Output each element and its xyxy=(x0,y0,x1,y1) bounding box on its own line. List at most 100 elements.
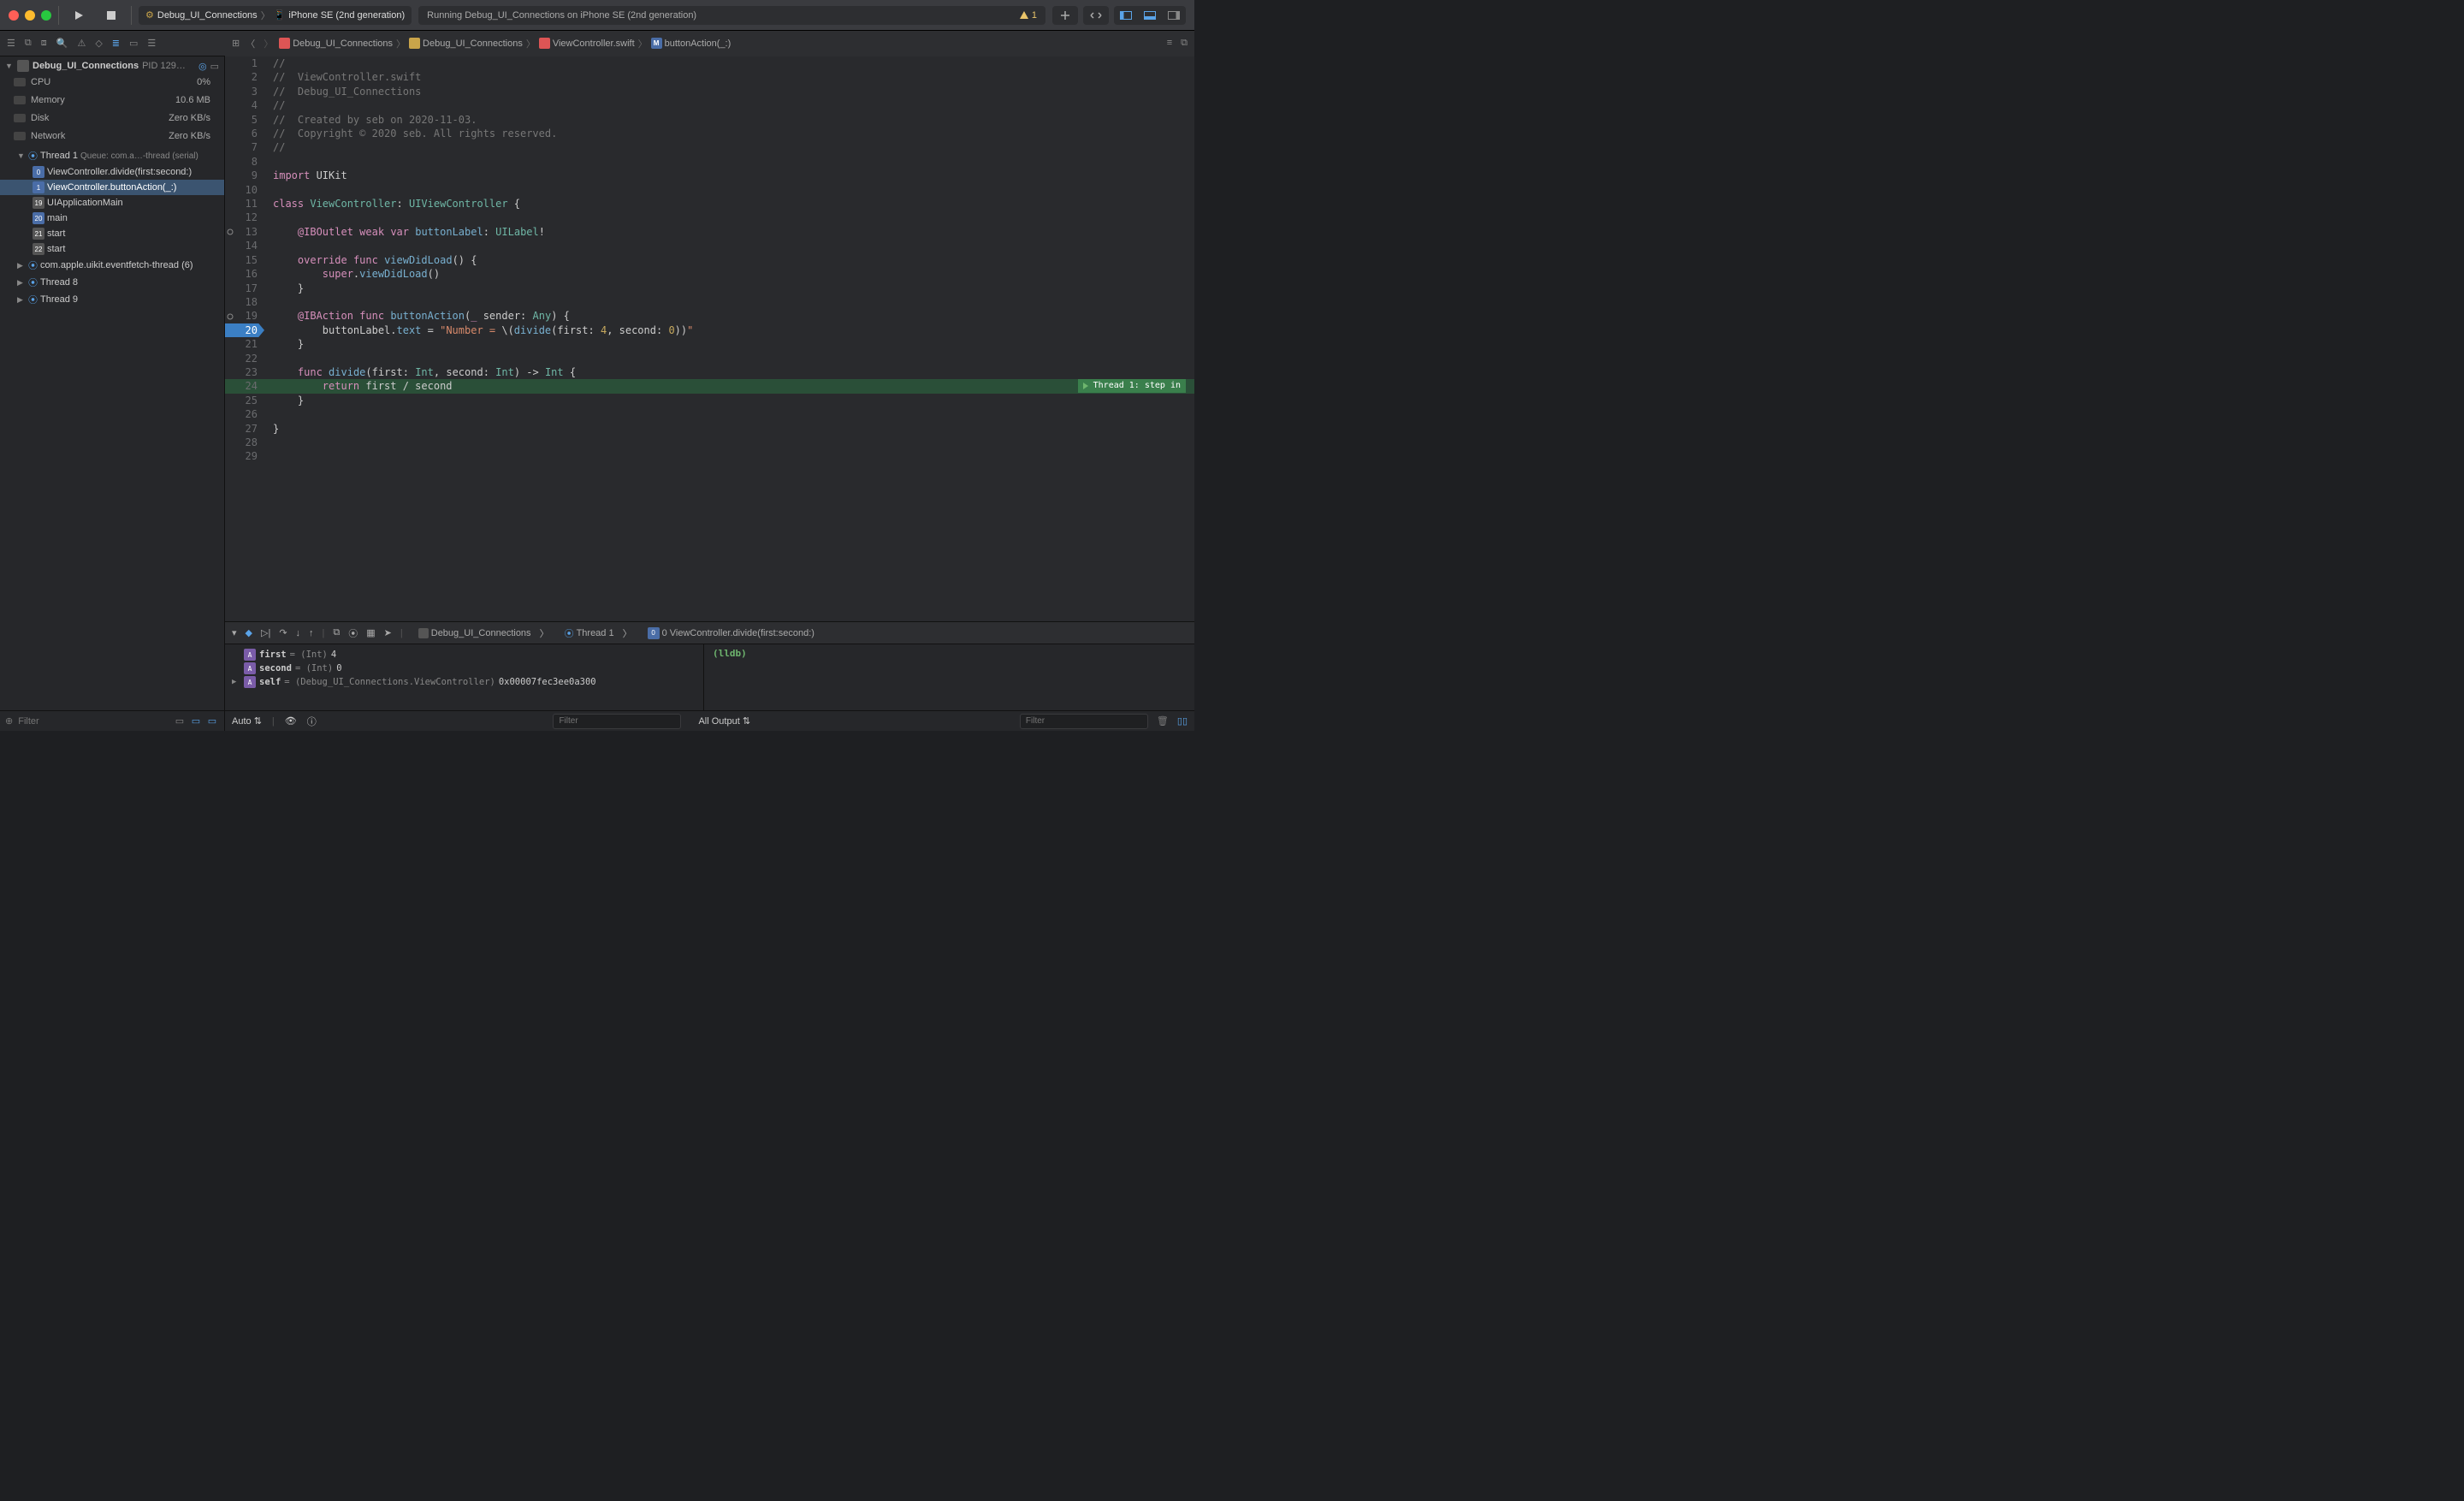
find-nav-icon[interactable]: 🔍 xyxy=(56,38,68,49)
list-icon[interactable]: ▭ xyxy=(210,61,219,72)
line-number[interactable]: 26 xyxy=(225,407,264,421)
line-number[interactable]: 22 xyxy=(225,352,264,365)
report-nav-icon[interactable]: ☰ xyxy=(147,38,156,49)
debug-frame-crumb[interactable]: 0 0 ViewController.divide(first:second:) xyxy=(648,627,814,639)
code-text[interactable] xyxy=(264,407,273,421)
code-text[interactable]: import UIKit xyxy=(264,169,347,182)
breakpoint-nav-icon[interactable]: ▭ xyxy=(129,38,138,49)
jumpbar-project[interactable]: Debug_UI_Connections xyxy=(279,38,393,49)
debug-process-crumb[interactable]: Debug_UI_Connections xyxy=(418,628,531,638)
gauge-disk[interactable]: Disk Zero KB/s xyxy=(0,111,224,125)
code-text[interactable]: @IBOutlet weak var buttonLabel: UILabel! xyxy=(264,225,545,239)
jumpbar-file[interactable]: ViewController.swift xyxy=(539,38,635,49)
line-number[interactable]: 15 xyxy=(225,253,264,267)
line-number[interactable]: 18 xyxy=(225,295,264,309)
output-selector[interactable]: All Output ⇅ xyxy=(698,715,750,727)
line-number[interactable]: 29 xyxy=(225,449,264,463)
variables-filter[interactable] xyxy=(553,714,681,729)
code-view[interactable]: 1// 2// ViewController.swift 3// Debug_U… xyxy=(225,56,1194,621)
step-over-icon[interactable]: ↷ xyxy=(279,627,287,638)
trash-icon[interactable]: 🗑 xyxy=(1157,715,1169,727)
code-text[interactable]: override func viewDidLoad() { xyxy=(264,253,477,267)
scheme-selector[interactable]: ⚙︎ Debug_UI_Connections 〉 📱 iPhone SE (2… xyxy=(139,6,412,25)
line-number[interactable]: 7 xyxy=(225,140,264,154)
code-text[interactable] xyxy=(264,295,273,309)
jumpbar-folder[interactable]: Debug_UI_Connections xyxy=(409,38,523,49)
filter-opt1-icon[interactable]: ▭ xyxy=(173,715,187,727)
gauge-cpu[interactable]: CPU 0% xyxy=(0,75,224,89)
memory-graph-icon[interactable]: ⦿ xyxy=(348,626,358,640)
code-text[interactable] xyxy=(264,239,273,252)
line-number[interactable]: 11 xyxy=(225,197,264,211)
close-window[interactable] xyxy=(9,10,19,21)
add-button[interactable] xyxy=(1052,6,1078,25)
line-number[interactable]: 20 xyxy=(225,323,264,337)
activity-status[interactable]: Running Debug_UI_Connections on iPhone S… xyxy=(418,6,1045,25)
code-text[interactable] xyxy=(264,436,273,449)
environment-icon[interactable]: ▦ xyxy=(366,627,375,638)
code-text[interactable]: } xyxy=(264,422,279,436)
stack-frame[interactable]: 0 ViewController.divide(first:second:) xyxy=(0,164,224,180)
continue-icon[interactable]: ▷| xyxy=(261,627,270,638)
auto-scope[interactable]: Auto ⇅ xyxy=(232,715,262,727)
thread-item[interactable]: ▶ ⦿ Thread 8 xyxy=(0,274,224,291)
stack-frame[interactable]: 1 ViewController.buttonAction(_:) xyxy=(0,180,224,195)
variables-view[interactable]: A first = (Int) 4 A second = (Int) 0 ▶ A… xyxy=(225,644,704,710)
step-out-icon[interactable]: ↑ xyxy=(309,628,314,638)
line-number[interactable]: 5 xyxy=(225,113,264,127)
variable-row[interactable]: A second = (Int) 0 xyxy=(232,662,696,675)
run-button[interactable] xyxy=(66,6,92,25)
thread-item[interactable]: ▶ ⦿ com.apple.uikit.eventfetch-thread (6… xyxy=(0,257,224,274)
code-text[interactable]: // Created by seb on 2020-11-03. xyxy=(264,113,477,127)
console-filter[interactable] xyxy=(1020,714,1148,729)
code-text[interactable] xyxy=(264,183,273,197)
debug-thread-crumb[interactable]: ⦿ Thread 1 xyxy=(565,626,614,640)
code-text[interactable]: } xyxy=(264,394,304,407)
split-right-icon[interactable]: ▯ xyxy=(1182,715,1188,727)
line-number[interactable]: 12 xyxy=(225,211,264,224)
line-number[interactable]: 27 xyxy=(225,422,264,436)
line-number[interactable]: 23 xyxy=(225,365,264,379)
related-items-icon[interactable]: ⊞ xyxy=(232,38,240,49)
code-text[interactable] xyxy=(264,449,273,463)
quicklook-icon[interactable]: 👁 xyxy=(285,715,297,727)
info-icon[interactable]: ⓘ xyxy=(307,715,317,728)
line-number[interactable]: 4 xyxy=(225,98,264,112)
code-text[interactable]: func divide(first: Int, second: Int) -> … xyxy=(264,365,576,379)
line-number[interactable]: 6 xyxy=(225,127,264,140)
filter-icon[interactable]: ⊕ xyxy=(5,715,13,727)
line-number[interactable]: 17 xyxy=(225,282,264,295)
location-icon[interactable]: ➤ xyxy=(384,627,392,638)
line-number[interactable]: 19 xyxy=(225,309,264,323)
project-nav-icon[interactable]: ☰ xyxy=(7,38,15,49)
debug-nav-icon[interactable]: ≣ xyxy=(112,38,120,49)
code-text[interactable] xyxy=(264,155,273,169)
code-text[interactable]: // xyxy=(264,98,285,112)
editor-layout-icon[interactable]: ≡ xyxy=(1167,38,1172,49)
thread-item[interactable]: ▶ ⦿ Thread 9 xyxy=(0,291,224,308)
back-button[interactable]: 〈 xyxy=(243,37,258,50)
toggle-right-panel[interactable] xyxy=(1162,6,1186,25)
step-in-icon[interactable]: ↓ xyxy=(296,628,301,638)
stack-frame[interactable]: 20 main xyxy=(0,211,224,226)
line-number[interactable]: 16 xyxy=(225,267,264,281)
line-number[interactable]: 14 xyxy=(225,239,264,252)
filter-input[interactable] xyxy=(18,716,168,727)
code-text[interactable]: } xyxy=(264,282,304,295)
warning-badge[interactable]: 1 xyxy=(1019,10,1037,21)
code-text[interactable]: return first / second xyxy=(264,379,453,393)
line-number[interactable]: 10 xyxy=(225,183,264,197)
editor-options-icon[interactable]: ⧉ xyxy=(1181,38,1188,49)
code-text[interactable]: // xyxy=(264,56,285,70)
line-number[interactable]: 9 xyxy=(225,169,264,182)
symbol-nav-icon[interactable]: ⧈ xyxy=(41,38,47,49)
forward-button[interactable]: 〉 xyxy=(261,37,275,50)
stack-frame[interactable]: 19 UIApplicationMain xyxy=(0,195,224,211)
stop-button[interactable] xyxy=(98,6,124,25)
maximize-window[interactable] xyxy=(41,10,51,21)
console-view[interactable]: (lldb) xyxy=(704,644,1194,710)
toggle-bottom-panel[interactable] xyxy=(1138,6,1162,25)
process-header[interactable]: ▼ Debug_UI_Connections PID 129… ◎ ▭ xyxy=(0,56,224,75)
variable-row[interactable]: ▶ A self = (Debug_UI_Connections.ViewCon… xyxy=(232,675,696,689)
view-debug-icon[interactable]: ⧉ xyxy=(333,627,340,638)
